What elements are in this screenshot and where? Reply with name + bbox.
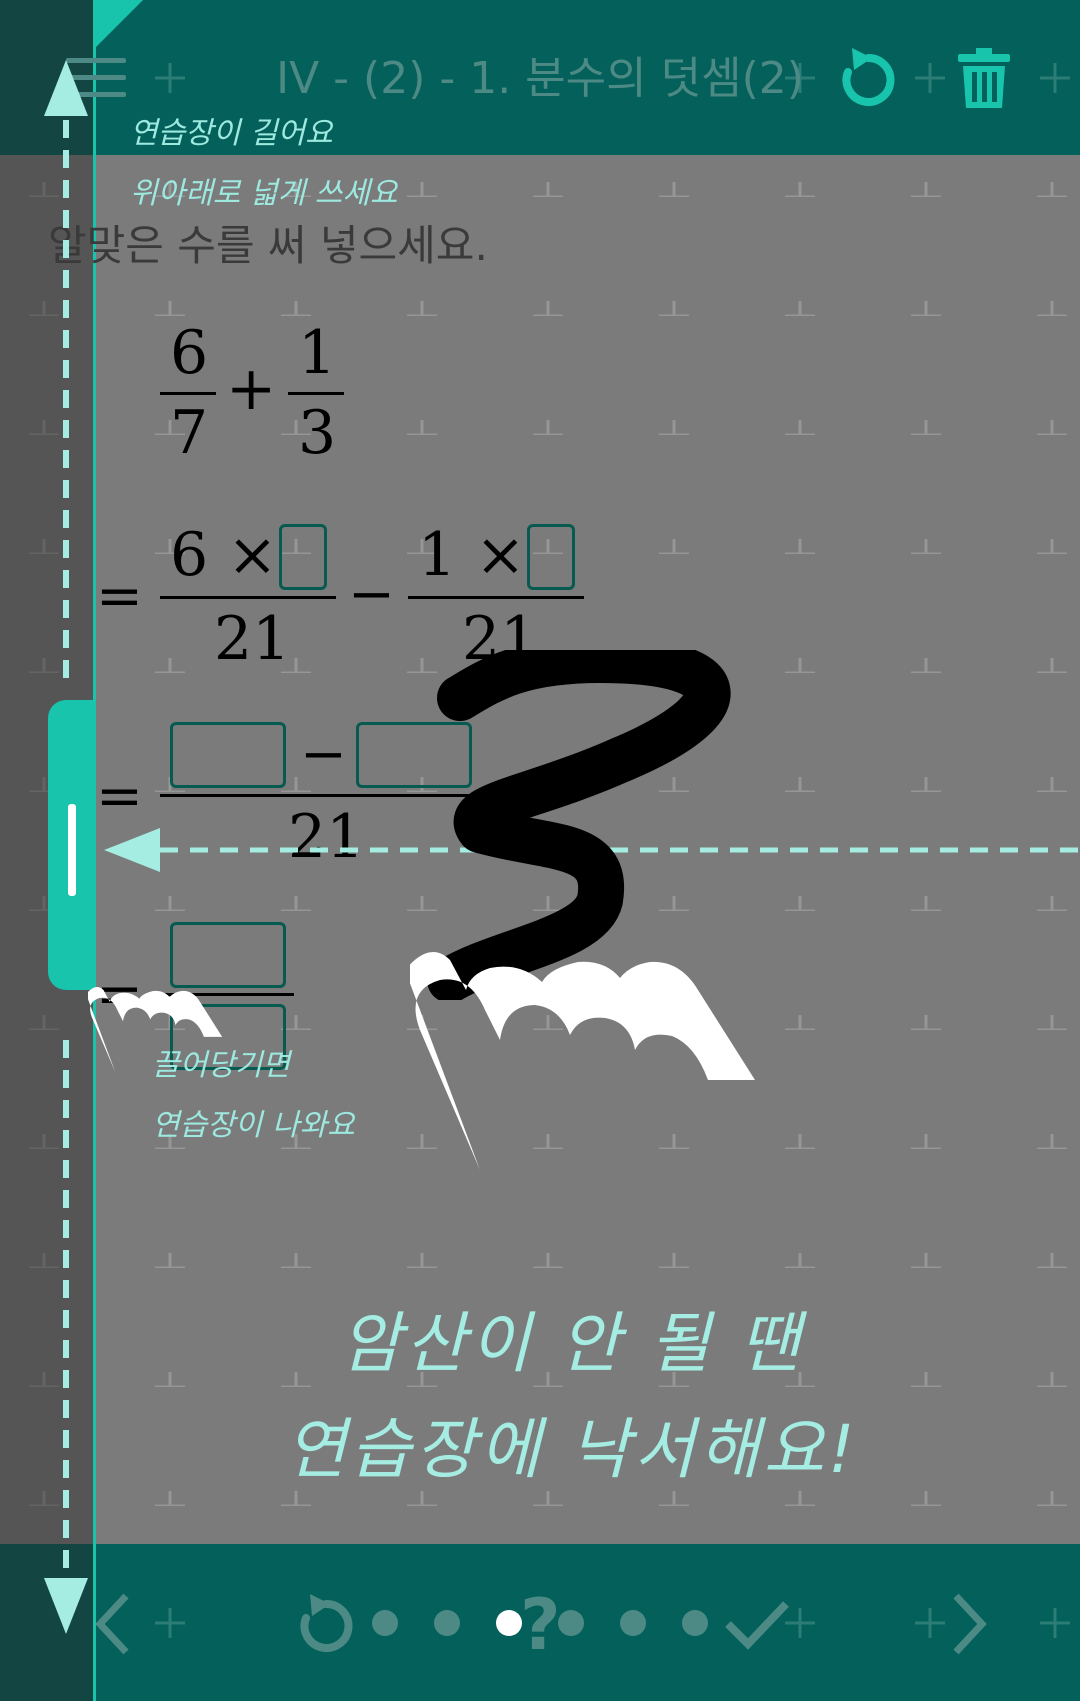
page-dot-2[interactable] <box>434 1610 460 1636</box>
big-hint-line1: 암산이 안 될 땐 <box>340 1305 804 1382</box>
fraction2-numerator: 1 <box>298 318 337 388</box>
page-dot-5[interactable] <box>620 1610 646 1636</box>
chevron-right-icon[interactable] <box>950 1592 990 1656</box>
page-dot-4[interactable] <box>558 1610 584 1636</box>
minus-sign-1: − <box>348 562 395 627</box>
answer-box-multiplier-left[interactable] <box>279 524 327 590</box>
step1-right-numerator: 1 × <box>418 520 526 590</box>
step1-left-numerator: 6 × <box>170 520 278 590</box>
scroll-hint-line1: 연습장이 길어요 <box>130 116 333 151</box>
page-title: IV - (2) - 1. 분수의 덧셈(2) <box>276 53 804 104</box>
corner-marker <box>95 0 143 48</box>
equals-sign-2: = <box>96 764 143 829</box>
big-hint-line2: 연습장에 낙서해요! <box>285 1411 859 1488</box>
hand-pointer-icon <box>410 952 755 1170</box>
step1-right-bar <box>408 596 584 599</box>
page-dot-3-active[interactable] <box>496 1610 522 1636</box>
minus-sign-2: − <box>300 722 347 787</box>
fraction1-denominator: 7 <box>170 398 209 468</box>
scroll-hint-line2: 위아래로 넓게 쓰세요 <box>130 176 398 211</box>
retry-icon[interactable] <box>296 1592 356 1656</box>
scribble-stroke <box>427 650 731 1000</box>
fraction2-denominator: 3 <box>298 398 337 468</box>
page-dot-1[interactable] <box>372 1610 398 1636</box>
equals-sign-1: = <box>96 564 143 629</box>
page-dot-6[interactable] <box>682 1610 708 1636</box>
fraction1-numerator: 6 <box>170 318 209 388</box>
step1-left-denominator: 21 <box>214 604 291 674</box>
fraction2-bar <box>288 392 344 395</box>
trash-icon[interactable] <box>958 48 1010 110</box>
help-button[interactable]: ? <box>520 1584 561 1666</box>
small-hand-pointer-icon <box>88 987 223 1072</box>
pull-hint-line2: 연습장이 나와요 <box>152 1108 355 1143</box>
plus-sign: + <box>226 354 277 424</box>
answer-box-step2-left[interactable] <box>170 722 286 788</box>
fraction1-bar <box>160 392 216 395</box>
check-icon[interactable] <box>724 1598 790 1650</box>
refresh-icon[interactable] <box>838 46 898 110</box>
question-prompt: 알맞은 수를 써 넣으세요. <box>48 221 488 270</box>
step1-left-bar <box>160 596 336 599</box>
handle-grip <box>68 804 76 896</box>
answer-box-multiplier-right[interactable] <box>527 524 575 590</box>
chevron-left-icon[interactable] <box>92 1592 132 1656</box>
